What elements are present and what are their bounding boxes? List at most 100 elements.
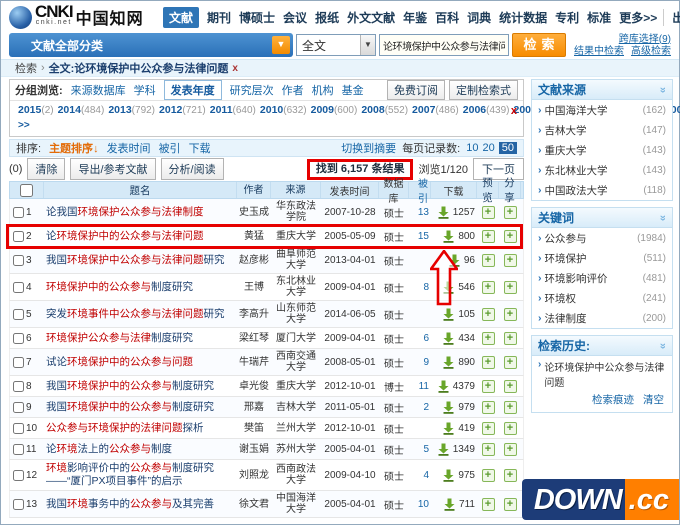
result-title-link[interactable]: 我国环境保护中的公众参与制度研究 <box>46 380 235 393</box>
share-icon[interactable]: + <box>503 205 517 219</box>
search-button[interactable]: 检索 <box>512 33 566 57</box>
row-checkbox[interactable] <box>13 356 24 368</box>
toolbar-button[interactable]: 导出/参考文献 <box>70 158 156 180</box>
search-trace-link[interactable]: 检索痕迹 <box>592 392 634 407</box>
download-icon[interactable] <box>442 401 455 414</box>
preview-icon[interactable]: + <box>481 280 495 294</box>
row-checkbox[interactable] <box>13 206 24 218</box>
field-select[interactable]: 全文 ▼ <box>296 34 376 56</box>
top-nav-item[interactable]: 期刊 <box>207 9 231 26</box>
year-filter-link[interactable]: 2012(721) <box>159 104 206 116</box>
share-icon[interactable]: + <box>503 468 517 482</box>
row-checkbox[interactable] <box>13 469 24 481</box>
preview-icon[interactable]: + <box>481 400 495 414</box>
preview-icon[interactable]: + <box>481 468 495 482</box>
facet-item[interactable]: › 中国海洋大学 (162) <box>532 100 672 120</box>
preview-icon[interactable]: + <box>481 355 495 369</box>
top-nav-item[interactable]: 外文文献 <box>347 9 395 26</box>
search-input[interactable] <box>379 34 509 56</box>
result-title-link[interactable]: 我国环境保护中的公众参与制度研究 <box>46 401 235 414</box>
facet-item[interactable]: › 重庆大学 (143) <box>532 140 672 160</box>
top-nav-item[interactable]: 百科 <box>435 9 459 26</box>
share-icon[interactable]: + <box>503 421 517 435</box>
share-icon[interactable]: + <box>503 307 517 321</box>
result-title-link[interactable]: 公众参与环境保护的法律问题探析 <box>46 422 235 435</box>
share-icon[interactable]: + <box>503 331 517 345</box>
advanced-search-link[interactable]: 高级检索 <box>631 46 671 57</box>
row-checkbox[interactable] <box>13 380 24 392</box>
preview-icon[interactable]: + <box>481 379 495 393</box>
result-title-link[interactable]: 试论环境保护中的公众参与问题 <box>46 356 235 369</box>
author-link[interactable]: 徐文君 <box>239 499 269 510</box>
share-icon[interactable]: + <box>503 355 517 369</box>
top-nav-item[interactable]: 年鉴 <box>403 9 427 26</box>
top-nav-item[interactable]: 标准 <box>587 9 611 26</box>
year-filter-link[interactable]: 2008(552) <box>361 104 408 116</box>
collapse-icon[interactable]: « <box>657 86 669 92</box>
row-checkbox[interactable] <box>13 308 24 320</box>
remove-filter-icon[interactable]: x <box>232 63 238 74</box>
preview-icon[interactable]: + <box>481 229 495 243</box>
download-icon[interactable] <box>442 230 455 243</box>
preview-icon[interactable]: + <box>481 253 495 267</box>
year-filter-link[interactable]: 2015(2) <box>18 104 54 116</box>
row-checkbox[interactable] <box>13 281 24 293</box>
result-title-link[interactable]: 突发环境事件中公众参与法律问题研究 <box>46 308 235 321</box>
toolbar-button[interactable]: 清除 <box>27 158 66 180</box>
top-nav-item[interactable]: 统计数据 <box>499 9 547 26</box>
top-nav-item[interactable]: 词典 <box>467 9 491 26</box>
sort-option[interactable]: 发表时间↓ <box>107 140 151 156</box>
row-checkbox[interactable] <box>13 254 24 266</box>
download-icon[interactable] <box>442 356 455 369</box>
page-size-option[interactable]: 10 <box>466 142 478 154</box>
author-link[interactable]: 李高升 <box>239 309 269 320</box>
cross-db-link[interactable]: 跨库选择(9) <box>619 34 671 45</box>
close-year-facet-icon[interactable]: x <box>511 104 517 119</box>
top-nav-item[interactable]: 更多>> <box>619 9 657 26</box>
row-checkbox[interactable] <box>13 498 24 510</box>
row-checkbox[interactable] <box>13 422 24 434</box>
sort-option[interactable]: 主题排序↓ <box>49 140 99 156</box>
page-size-option[interactable]: 20 <box>483 142 495 154</box>
search-in-results-link[interactable]: 结果中检索 <box>574 46 624 57</box>
top-nav-item[interactable]: 专利 <box>555 9 579 26</box>
source-link[interactable]: 苏州大学 <box>276 444 316 455</box>
year-filter-link[interactable]: 2014(484) <box>58 104 105 116</box>
author-link[interactable]: 梁红琴 <box>239 333 269 344</box>
row-checkbox[interactable] <box>13 401 24 413</box>
download-icon[interactable] <box>443 498 456 511</box>
source-link[interactable]: 曲阜师范大学 <box>276 249 316 271</box>
sort-option[interactable]: 下载↓ <box>189 140 211 156</box>
top-nav-item[interactable]: 会议 <box>283 9 307 26</box>
custom-search-button[interactable]: 定制检索式 <box>449 80 518 100</box>
free-subscribe-button[interactable]: 免费订阅 <box>387 80 445 100</box>
facet-item[interactable]: › 吉林大学 (147) <box>532 120 672 140</box>
facet-item[interactable]: › 环境权 (241) <box>532 288 672 308</box>
author-link[interactable]: 牛瑞芹 <box>239 357 269 368</box>
result-title-link[interactable]: 环境保护中的公众参与制度研究 <box>46 281 235 294</box>
source-link[interactable]: 西南交通大学 <box>276 351 316 373</box>
share-icon[interactable]: + <box>503 400 517 414</box>
share-icon[interactable]: + <box>503 497 517 511</box>
facet-item[interactable]: › 东北林业大学 (143) <box>532 160 672 180</box>
facet-item[interactable]: › 中国政法大学 (118) <box>532 180 672 200</box>
result-title-link[interactable]: 环境保护公众参与法律制度研究 <box>46 332 235 345</box>
sort-option[interactable]: 被引↓ <box>159 140 181 156</box>
share-icon[interactable]: + <box>503 280 517 294</box>
source-link[interactable]: 西南政法大学 <box>276 464 316 486</box>
row-checkbox[interactable] <box>13 443 24 455</box>
author-link[interactable]: 史玉成 <box>239 207 269 218</box>
facet-item[interactable]: › 环境保护 (511) <box>532 248 672 268</box>
group-tab[interactable]: 发表年度 <box>163 80 222 100</box>
preview-icon[interactable]: + <box>481 205 495 219</box>
row-checkbox[interactable] <box>13 230 24 242</box>
author-link[interactable]: 黄猛 <box>244 231 264 242</box>
author-link[interactable]: 赵彦彬 <box>239 255 269 266</box>
group-tab[interactable]: 研究层次 <box>230 82 274 98</box>
download-icon[interactable] <box>437 380 450 393</box>
download-icon[interactable] <box>448 254 461 267</box>
more-years-link[interactable]: >> <box>18 120 30 131</box>
switch-to-summary-link[interactable]: 切换到摘要 <box>341 140 396 156</box>
year-filter-link[interactable]: 2007(486) <box>412 104 459 116</box>
result-title-link[interactable]: 我国环境事务中的公众参与及其完善 <box>46 498 235 511</box>
